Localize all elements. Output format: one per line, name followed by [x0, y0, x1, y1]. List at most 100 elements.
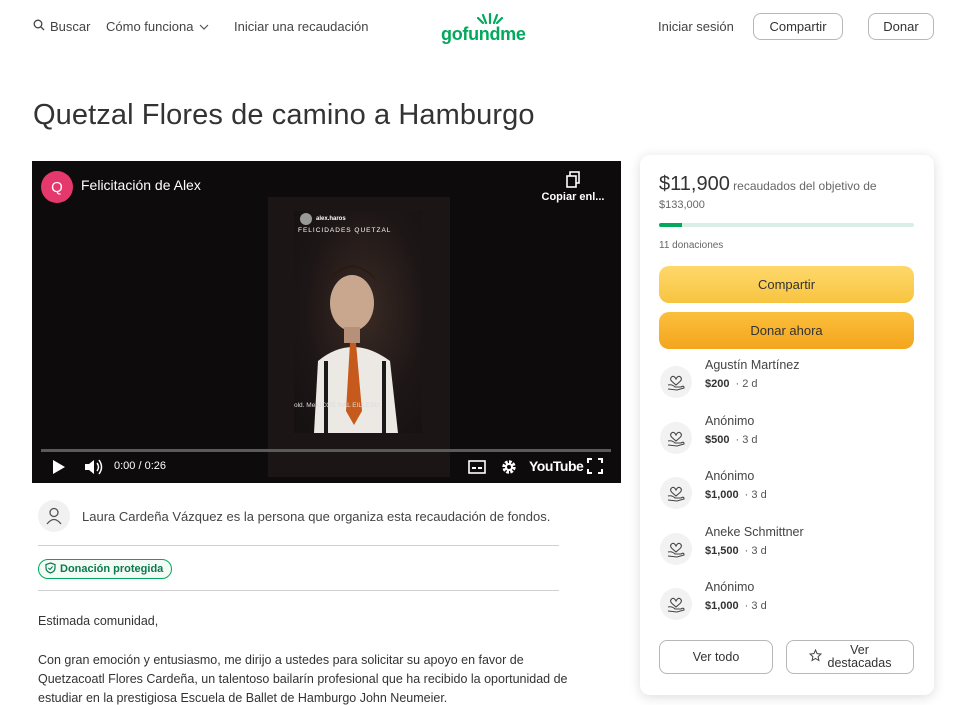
fullscreen-icon[interactable]	[587, 458, 603, 477]
see-featured-button[interactable]: Ver destacadas	[786, 640, 914, 674]
gofundme-logo[interactable]: gofundme	[441, 12, 527, 44]
subtitles-icon[interactable]	[468, 460, 486, 477]
see-all-button[interactable]: Ver todo	[659, 640, 773, 674]
youtube-logo[interactable]: YouTube	[529, 458, 584, 474]
search-link[interactable]: Buscar	[33, 19, 90, 34]
video-thumbnail: alex.haros FELICIDADES QUETZAL old. MeXI…	[294, 211, 422, 433]
logo-sun-icon	[477, 12, 503, 24]
donation-time-value: 3 d	[751, 600, 767, 612]
donation-amount: $500	[705, 434, 730, 446]
dancer-portrait-image	[314, 265, 398, 433]
description-greeting: Estimada comunidad,	[38, 614, 159, 628]
donation-item: Anónimo $1,000 · 3 d	[660, 469, 910, 509]
donation-item: Anónimo $1,000 · 3 d	[660, 580, 910, 620]
page-title: Quetzal Flores de camino a Hamburgo	[33, 99, 535, 131]
protected-donation-badge[interactable]: Donación protegida	[38, 559, 173, 579]
donation-time-value: 2 d	[742, 378, 758, 390]
video-frame: alex.haros FELICIDADES QUETZAL old. MeXI…	[268, 197, 450, 477]
donation-item: Aneke Schmittner $1,500 · 3 d	[660, 525, 910, 565]
protected-donation-label: Donación protegida	[60, 563, 164, 575]
video-time: 0:00 / 0:26	[114, 460, 166, 472]
header-share-button[interactable]: Compartir	[753, 13, 843, 40]
see-featured-line1: Ver	[850, 643, 869, 657]
donation-time-value: 3 d	[742, 434, 758, 446]
see-featured-line2: destacadas	[827, 656, 892, 670]
donation-time: · 3 d	[744, 600, 767, 612]
copy-icon	[538, 171, 608, 191]
copy-link-label: Copiar enl...	[541, 191, 605, 203]
donation-amount: $1,000	[705, 489, 739, 501]
play-icon[interactable]	[52, 459, 66, 478]
donor-name: Anónimo	[705, 414, 755, 428]
login-link[interactable]: Iniciar sesión	[658, 19, 734, 34]
share-button[interactable]: Compartir	[659, 266, 914, 303]
amount-raised: $11,900 recaudados del objetivo de	[659, 173, 919, 195]
divider	[38, 545, 559, 546]
heart-hand-icon	[660, 588, 692, 620]
donation-item: Agustín Martínez $200 · 2 d	[660, 358, 910, 398]
progress-bar	[659, 223, 914, 227]
divider	[38, 590, 559, 591]
donation-time-value: 3 d	[751, 545, 767, 557]
copy-link-button[interactable]: Copiar enl...	[538, 171, 608, 203]
donor-name: Aneke Schmittner	[705, 525, 804, 539]
donor-name: Anónimo	[705, 469, 755, 483]
settings-gear-icon[interactable]	[500, 458, 518, 479]
heart-hand-icon	[660, 477, 692, 509]
donation-time: · 3 d	[744, 545, 767, 557]
organizer-row: Laura Cardeña Vázquez es la persona que …	[38, 500, 550, 532]
donation-time: · 2 d	[735, 378, 758, 390]
start-fundraiser-link[interactable]: Iniciar una recaudación	[234, 19, 368, 34]
donations-count: 11 donaciones	[659, 240, 724, 251]
organizer-text: Laura Cardeña Vázquez es la persona que …	[82, 508, 551, 524]
donation-meta: $200 · 2 d	[705, 378, 758, 390]
donor-name: Anónimo	[705, 580, 755, 594]
donation-amount: $1,500	[705, 545, 739, 557]
goal-amount: $133,000	[659, 199, 705, 211]
see-featured-label: Ver destacadas	[828, 644, 892, 670]
how-it-works-menu[interactable]: Cómo funciona	[106, 19, 210, 34]
channel-avatar[interactable]: Q	[41, 171, 73, 203]
start-fundraiser-label: Iniciar una recaudación	[234, 19, 369, 34]
heart-hand-icon	[660, 422, 692, 454]
donation-amount: $1,000	[705, 600, 739, 612]
heart-hand-icon	[660, 366, 692, 398]
user-icon	[38, 500, 70, 532]
video-player[interactable]: alex.haros FELICIDADES QUETZAL old. MeXI…	[32, 161, 621, 483]
donation-time-value: 3 d	[751, 489, 767, 501]
login-label: Iniciar sesión	[658, 19, 734, 34]
overlay-bottom-text: old. MeXICOS MAL EILLESO	[294, 402, 380, 409]
heart-hand-icon	[660, 533, 692, 565]
donation-meta: $1,500 · 3 d	[705, 545, 767, 557]
how-it-works-label: Cómo funciona	[106, 19, 194, 34]
raised-suffix: recaudados del objetivo de	[733, 179, 877, 193]
overlay-user: alex.haros	[300, 213, 346, 225]
top-navigation: Buscar Cómo funciona Iniciar una recauda…	[0, 0, 960, 55]
description-paragraph: Con gran emoción y entusiasmo, me dirijo…	[38, 653, 568, 705]
donation-meta: $500 · 3 d	[705, 434, 758, 446]
donation-time: · 3 d	[735, 434, 758, 446]
donate-now-button[interactable]: Donar ahora	[659, 312, 914, 349]
star-icon	[808, 648, 822, 665]
donation-time: · 3 d	[744, 489, 767, 501]
raised-amount: $11,900	[659, 173, 730, 195]
donation-item: Anónimo $500 · 3 d	[660, 414, 910, 454]
overlay-caption: FELICIDADES QUETZAL	[298, 227, 392, 234]
progress-bar-fill	[659, 223, 682, 227]
overlay-username: alex.haros	[316, 216, 346, 222]
donation-meta: $1,000 · 3 d	[705, 489, 767, 501]
overlay-avatar	[300, 213, 312, 225]
video-progress-bar[interactable]	[41, 449, 611, 452]
chevron-down-icon	[198, 19, 210, 34]
volume-icon[interactable]	[84, 458, 104, 479]
search-icon	[33, 19, 45, 34]
donation-card: $11,900 recaudados del objetivo de $133,…	[640, 155, 934, 695]
donation-meta: $1,000 · 3 d	[705, 600, 767, 612]
shield-icon	[45, 561, 56, 577]
logo-text: gofundme	[441, 24, 526, 44]
donation-amount: $200	[705, 378, 730, 390]
video-title[interactable]: Felicitación de Alex	[81, 177, 201, 193]
header-donate-button[interactable]: Donar	[868, 13, 934, 40]
search-label: Buscar	[50, 19, 91, 34]
video-controls: 0:00 / 0:26 YouTube	[32, 455, 621, 481]
